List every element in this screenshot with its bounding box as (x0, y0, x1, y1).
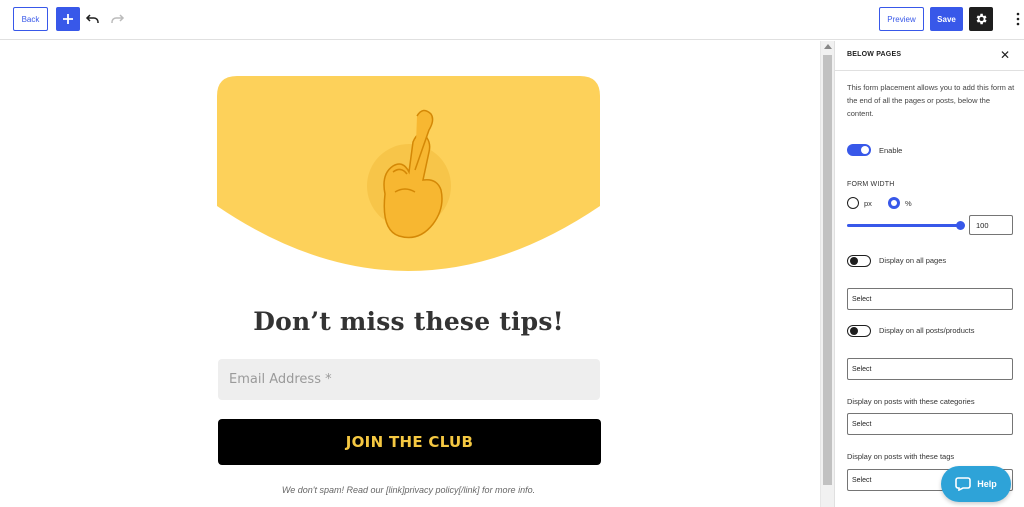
panel-description: This form placement allows you to add th… (847, 83, 1015, 118)
unit-percent-label: % (905, 199, 912, 208)
back-button[interactable]: Back (13, 7, 48, 31)
hero-banner (217, 76, 600, 271)
width-slider-thumb[interactable] (956, 221, 965, 230)
display-all-pages-toggle[interactable] (847, 255, 871, 267)
chat-bubble-icon (955, 477, 972, 491)
panel-header: BELOW PAGES ✕ (835, 41, 1024, 71)
display-all-pages-label: Display on all pages (879, 256, 947, 265)
redo-button[interactable] (109, 11, 125, 27)
categories-select[interactable]: Select (847, 413, 1013, 435)
posts-select[interactable]: Select (847, 358, 1013, 380)
enable-toggle[interactable] (847, 144, 871, 156)
form-canvas: Don’t miss these tips! JOIN THE CLUB We … (0, 41, 820, 507)
save-button[interactable]: Save (930, 7, 963, 31)
width-number-input[interactable]: 100 (969, 215, 1013, 235)
gear-icon (976, 13, 987, 25)
unit-px-radio[interactable] (847, 197, 859, 209)
undo-icon (85, 14, 99, 23)
canvas-scrollbar[interactable] (820, 41, 834, 507)
help-label: Help (977, 479, 997, 489)
undo-button[interactable] (85, 11, 101, 27)
privacy-disclaimer: We don't spam! Read our [link]privacy po… (281, 485, 536, 495)
plus-icon (63, 14, 73, 24)
join-club-button[interactable]: JOIN THE CLUB (218, 419, 601, 465)
unit-px-label: px (864, 199, 872, 208)
add-block-button[interactable] (56, 7, 80, 31)
tags-label: Display on posts with these tags (847, 452, 955, 461)
display-all-posts-toggle[interactable] (847, 325, 871, 337)
unit-percent-radio[interactable] (888, 197, 900, 209)
categories-label: Display on posts with these categories (847, 397, 975, 406)
close-icon[interactable]: ✕ (999, 49, 1011, 61)
placement-settings-panel: BELOW PAGES ✕ This form placement allows… (834, 41, 1024, 507)
editor-toolbar: Back Preview Save (0, 0, 1024, 40)
preview-button[interactable]: Preview (879, 7, 924, 31)
redo-icon (111, 14, 125, 23)
form-width-label: FORM WIDTH (847, 181, 895, 188)
more-vertical-icon (1016, 12, 1020, 26)
settings-button[interactable] (969, 7, 993, 31)
scroll-up-icon[interactable] (824, 44, 832, 49)
enable-label: Enable (879, 146, 903, 155)
email-field[interactable] (218, 359, 600, 400)
width-slider-track[interactable] (847, 224, 960, 227)
scroll-thumb[interactable] (823, 55, 832, 485)
pages-select[interactable]: Select (847, 288, 1013, 310)
panel-title: BELOW PAGES (847, 51, 902, 58)
help-button[interactable]: Help (941, 466, 1011, 502)
more-options-button[interactable] (1008, 9, 1024, 29)
display-all-posts-label: Display on all posts/products (879, 326, 975, 335)
form-headline: Don’t miss these tips! (253, 307, 564, 336)
